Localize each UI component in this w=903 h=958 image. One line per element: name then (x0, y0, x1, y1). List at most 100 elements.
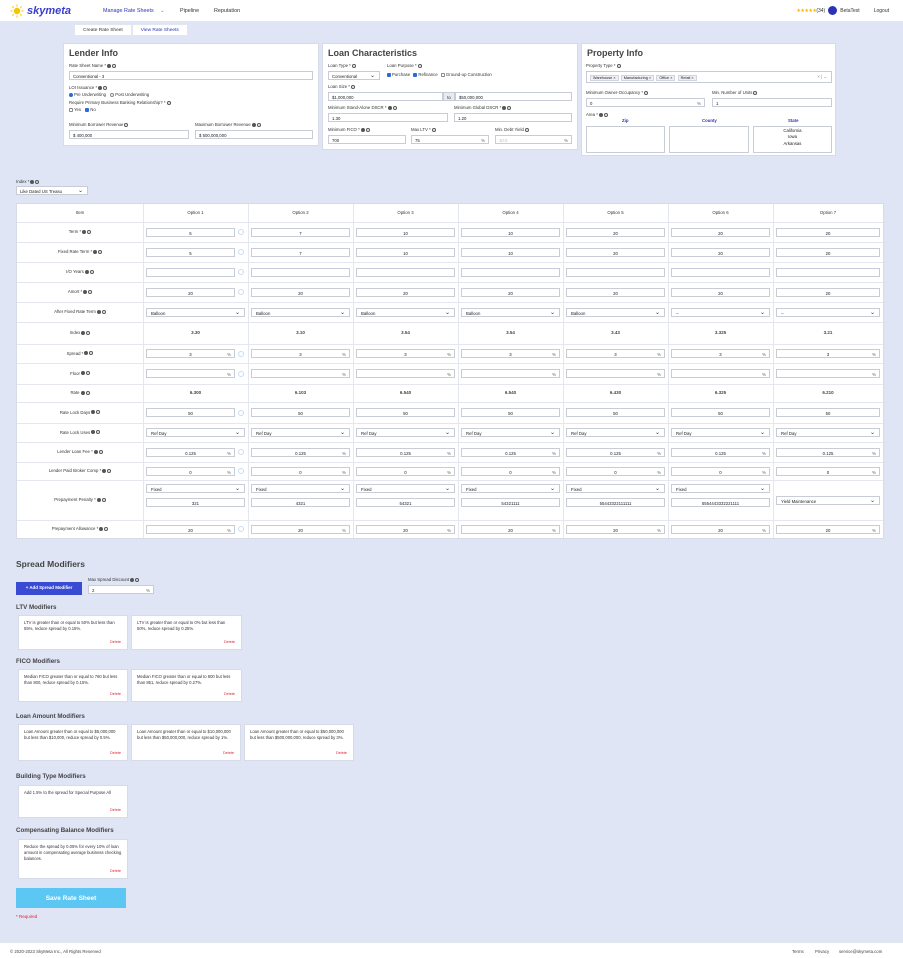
global-dscr-input[interactable]: 1.20 (454, 113, 572, 122)
table-cell-input[interactable]: 50 (251, 408, 350, 417)
user-name[interactable]: BetaTest (840, 8, 859, 14)
table-cell-select[interactable]: Fixed ⌄ (671, 484, 770, 493)
table-cell-input[interactable]: 20% (776, 524, 880, 534)
table-cell-select[interactable]: Ref Day ⌄ (356, 428, 455, 437)
occupancy-input[interactable]: 0% (586, 98, 705, 107)
table-cell-input[interactable]: 20 (671, 287, 770, 297)
table-cell-input[interactable]: 20 (251, 287, 350, 297)
table-cell-input[interactable]: 0.125% (776, 447, 880, 457)
table-cell-select[interactable]: Ref Day ⌄ (566, 428, 665, 437)
table-cell-input[interactable]: 10 (461, 227, 560, 237)
tab-view-rate-sheets[interactable]: View Rate Sheets (131, 24, 188, 36)
delete-link[interactable]: Delete (110, 640, 121, 646)
state-list[interactable]: California Iowa Arkansas (753, 126, 832, 153)
table-cell-input[interactable]: % (251, 369, 350, 378)
chip-retail[interactable]: Retail × (677, 75, 697, 81)
table-cell-input[interactable]: 3% (461, 349, 560, 358)
loi-post-radio[interactable] (110, 92, 115, 97)
table-cell-input[interactable]: 20 (671, 227, 770, 237)
table-cell-input[interactable]: % (671, 369, 770, 378)
banking-no-checkbox[interactable] (85, 107, 90, 112)
table-cell-select[interactable]: Balloon ⌄ (251, 307, 350, 317)
table-cell-input[interactable] (566, 267, 665, 277)
table-cell-input[interactable]: 20 (566, 287, 665, 297)
table-cell-input[interactable]: % (461, 369, 560, 378)
table-cell-input[interactable]: 0% (671, 466, 770, 476)
chip-manufacturing[interactable]: Manufacturing × (620, 75, 655, 81)
table-cell-input[interactable]: 0% (461, 466, 560, 476)
table-cell-select[interactable]: Fixed ⌄ (461, 484, 560, 493)
prepayment-schedule-input[interactable]: 321 (146, 498, 245, 507)
clear-chevron-icon[interactable]: × | ⌄ (817, 74, 827, 80)
brand-logo[interactable]: skymeta (10, 4, 71, 18)
chip-warehouse[interactable]: Warehouse × (590, 75, 619, 81)
refinance-checkbox[interactable] (413, 72, 418, 77)
table-cell-input[interactable]: 3% (251, 349, 350, 358)
add-spread-modifier-button[interactable]: + Add Spread Modifier (16, 582, 82, 595)
table-cell-input[interactable]: 20 (566, 227, 665, 237)
table-cell-input[interactable]: 50 (461, 408, 560, 417)
table-cell-input[interactable]: 0% (251, 466, 350, 476)
table-cell-input[interactable]: 50 (776, 408, 880, 417)
table-cell-input[interactable]: % (566, 369, 665, 378)
table-cell-input[interactable]: 20% (671, 524, 770, 534)
nav-manage-rate-sheets[interactable]: Manage Rate Sheets (103, 8, 154, 14)
delete-link[interactable]: Delete (224, 692, 235, 698)
table-cell-input[interactable]: 0.125% (146, 447, 235, 457)
table-cell-input[interactable]: 10 (461, 247, 560, 257)
loi-pre-radio[interactable] (69, 92, 73, 97)
terms-link[interactable]: Terms (792, 949, 804, 954)
table-cell-select[interactable]: Ref Day ⌄ (671, 428, 770, 437)
toggle-circle-icon[interactable] (238, 370, 244, 377)
index-select[interactable]: Like Dated US Treasu ⌄ (16, 186, 88, 195)
delete-link[interactable]: Delete (110, 869, 121, 875)
table-cell-input[interactable]: 0.125% (251, 447, 350, 457)
dscr-input[interactable]: 1.30 (328, 113, 448, 122)
avatar[interactable] (828, 6, 838, 15)
table-cell-select[interactable]: Ref Day ⌄ (251, 428, 350, 437)
table-cell-input[interactable]: % (356, 369, 455, 378)
table-cell-input[interactable]: 0.125% (461, 447, 560, 457)
table-cell-input[interactable]: 5 (146, 227, 235, 237)
max-spread-input[interactable]: 2% (88, 585, 154, 594)
table-cell-input[interactable]: % (146, 369, 235, 378)
table-cell-select[interactable]: Fixed ⌄ (146, 484, 245, 493)
banking-yes-checkbox[interactable] (69, 107, 73, 112)
table-cell-input[interactable]: 3% (566, 349, 665, 358)
table-cell-select[interactable]: Ref Day ⌄ (776, 428, 880, 437)
table-cell-input[interactable]: 20% (146, 524, 235, 534)
table-cell-input[interactable]: 20 (776, 287, 880, 297)
table-cell-select[interactable]: Balloon ⌄ (146, 307, 245, 317)
state-item[interactable]: Arkansas (754, 141, 831, 147)
table-cell-select[interactable]: -- ⌄ (671, 307, 770, 317)
table-cell-select[interactable]: Ref Day ⌄ (146, 428, 245, 437)
purchase-checkbox[interactable] (387, 72, 391, 77)
table-cell-input[interactable]: 50 (671, 408, 770, 417)
loan-size-min-input[interactable]: $1,000,000 (328, 92, 443, 101)
table-cell-input[interactable]: 20 (146, 287, 235, 297)
table-cell-input[interactable]: 20% (461, 524, 560, 534)
county-list[interactable] (669, 126, 749, 153)
table-cell-select[interactable]: -- ⌄ (776, 307, 880, 317)
table-cell-input[interactable]: 20% (251, 524, 350, 534)
prepayment-schedule-input[interactable]: 5554443332221111 (671, 498, 770, 507)
zip-list[interactable] (586, 126, 665, 153)
toggle-circle-icon[interactable] (238, 249, 244, 255)
prepayment-schedule-input[interactable]: 54321 (356, 498, 455, 507)
table-cell-input[interactable]: 20 (356, 287, 455, 297)
table-cell-input[interactable]: 50 (356, 408, 455, 417)
table-cell-select[interactable]: Ref Day ⌄ (461, 428, 560, 437)
prepayment-schedule-input[interactable]: 55443322111111 (566, 498, 665, 507)
prepayment-schedule-input[interactable]: 4321 (251, 498, 350, 507)
table-cell-select[interactable]: Fixed ⌄ (356, 484, 455, 493)
toggle-circle-icon[interactable] (238, 229, 244, 235)
toggle-circle-icon[interactable] (238, 409, 244, 416)
table-cell-input[interactable]: 20 (671, 247, 770, 257)
table-cell-input[interactable]: 20 (776, 247, 880, 257)
table-cell-input[interactable]: 3% (671, 349, 770, 358)
table-cell-input[interactable]: 5 (146, 247, 235, 257)
table-cell-input[interactable]: 20% (356, 524, 455, 534)
table-cell-input[interactable]: 7 (251, 247, 350, 257)
toggle-circle-icon[interactable] (238, 289, 244, 295)
max-revenue-input[interactable]: $ 500,000,000 (195, 130, 313, 139)
